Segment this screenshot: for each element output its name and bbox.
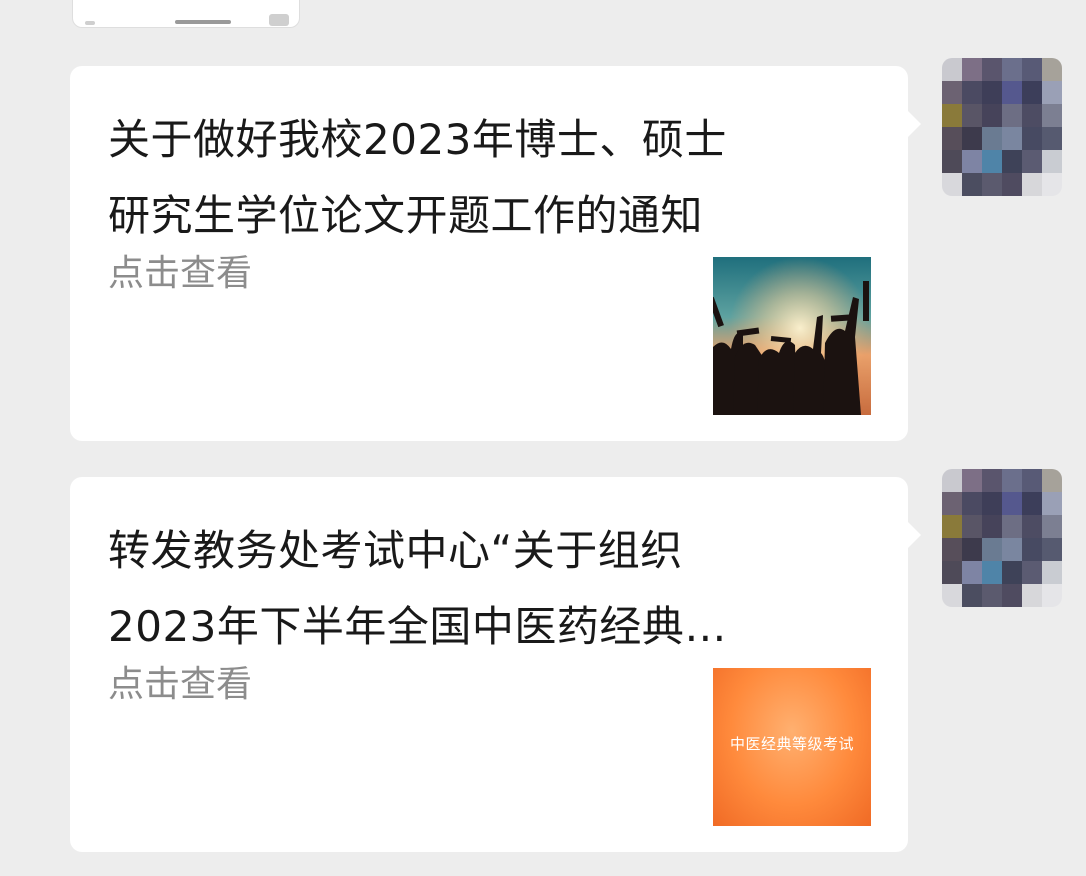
article-title-line: 关于做好我校2023年博士、硕士 [108,115,727,164]
article-thumbnail [713,257,871,415]
view-link[interactable]: 点击查看 [108,249,252,299]
view-link[interactable]: 点击查看 [108,660,252,710]
article-title-line: 2023年下半年全国中医药经典… [108,602,727,651]
article-card[interactable]: 关于做好我校2023年博士、硕士 研究生学位论文开题工作的通知 点击查看 [70,66,921,441]
previous-card-bar [175,20,231,24]
article-thumbnail: 中医经典等级考试 [713,668,871,826]
message-row: 转发教务处考试中心“关于组织 2023年下半年全国中医药经典… 点击查看 中医经… [0,469,1086,852]
message-row: 关于做好我校2023年博士、硕士 研究生学位论文开题工作的通知 点击查看 [0,58,1086,441]
article-card[interactable]: 转发教务处考试中心“关于组织 2023年下半年全国中医药经典… 点击查看 中医经… [70,477,921,852]
avatar[interactable] [942,469,1062,607]
article-title: 转发教务处考试中心“关于组织 2023年下半年全国中医药经典… [108,513,848,665]
previous-message-card[interactable] [72,0,300,28]
thumbnail-caption: 中医经典等级考试 [729,735,854,753]
previous-card-icon [85,21,95,25]
article-title-line: 转发教务处考试中心“关于组织 [108,526,683,575]
graduation-silhouette-photo-icon [713,257,871,415]
article-title-line: 研究生学位论文开题工作的通知 [108,191,704,240]
article-title: 关于做好我校2023年博士、硕士 研究生学位论文开题工作的通知 [108,102,848,254]
avatar[interactable] [942,58,1062,196]
previous-card-badge [269,14,289,26]
